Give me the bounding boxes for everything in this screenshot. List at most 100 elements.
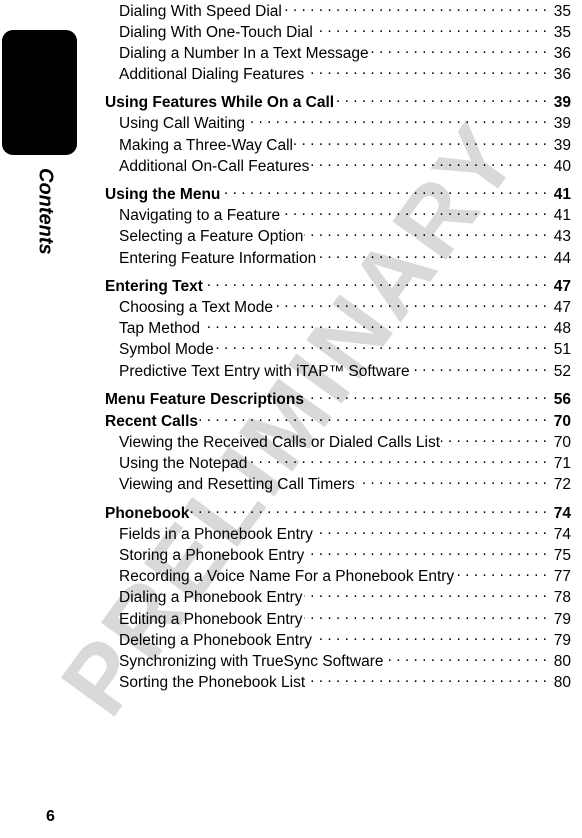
toc-entry-title: Making a Three-Way Call bbox=[119, 136, 294, 154]
toc-dot-leader bbox=[455, 566, 547, 582]
toc-entry[interactable]: Sorting the Phonebook List 80 bbox=[105, 672, 571, 693]
toc-entry[interactable]: Recording a Voice Name For a Phonebook E… bbox=[105, 566, 571, 587]
toc-dot-leader bbox=[356, 474, 547, 490]
toc-entry-page-number: 43 bbox=[553, 228, 571, 246]
toc-entry[interactable]: Dialing With Speed Dial 35 bbox=[105, 0, 571, 21]
toc-entry[interactable]: Navigating to a Feature 41 bbox=[105, 205, 571, 226]
toc-entry-title: Recording a Voice Name For a Phonebook E… bbox=[119, 568, 455, 586]
toc-entry-page-number: 39 bbox=[553, 94, 571, 112]
toc-dot-leader bbox=[317, 247, 547, 263]
toc-dot-leader bbox=[248, 453, 547, 469]
toc-dot-leader bbox=[283, 0, 547, 16]
toc-entry-title: Dialing With One-Touch Dial bbox=[119, 23, 313, 41]
toc-entry-page-number: 74 bbox=[553, 504, 571, 522]
toc-entry-title: Using the Notepad bbox=[119, 455, 248, 473]
toc-entry[interactable]: Viewing the Received Calls or Dialed Cal… bbox=[105, 432, 571, 453]
toc-entry[interactable]: Phonebook 74 bbox=[105, 502, 571, 523]
toc-dot-leader bbox=[306, 672, 547, 688]
toc-dot-leader bbox=[190, 502, 547, 518]
toc-entry-title: Additional On-Call Features bbox=[119, 157, 310, 175]
toc-entry[interactable]: Viewing and Resetting Call Timers 72 bbox=[105, 474, 571, 495]
toc-entry[interactable]: Dialing a Phonebook Entry 78 bbox=[105, 587, 571, 608]
toc-entry-page-number: 36 bbox=[553, 44, 571, 62]
toc-entry[interactable]: Using Call Waiting 39 bbox=[105, 113, 571, 134]
toc-dot-leader bbox=[313, 629, 547, 645]
toc-entry[interactable]: Predictive Text Entry with iTAP™ Softwar… bbox=[105, 360, 571, 381]
toc-entry-title: Viewing the Received Calls or Dialed Cal… bbox=[119, 434, 441, 452]
toc-entry-title: Using the Menu bbox=[105, 186, 221, 203]
toc-entry-title: Using Features While On a Call bbox=[105, 94, 335, 112]
toc-entry-title: Deleting a Phonebook Entry bbox=[119, 631, 313, 649]
toc-entry[interactable]: Symbol Mode 51 bbox=[105, 339, 571, 360]
toc-entry[interactable]: Additional On-Call Features 40 bbox=[105, 155, 571, 176]
toc-entry[interactable]: Deleting a Phonebook Entry 79 bbox=[105, 629, 571, 650]
toc-dot-leader bbox=[294, 134, 547, 150]
toc-entry-page-number: 39 bbox=[553, 136, 571, 154]
toc-entry-title: Choosing a Text Mode bbox=[119, 298, 273, 316]
toc-entry-page-number: 74 bbox=[553, 525, 571, 543]
toc-entry[interactable]: Using the Notepad 71 bbox=[105, 453, 571, 474]
toc-entry[interactable]: Making a Three-Way Call 39 bbox=[105, 134, 571, 155]
toc-dot-leader bbox=[204, 275, 547, 291]
toc-entry[interactable]: Entering Text 47 bbox=[105, 275, 571, 296]
toc-entry-page-number: 79 bbox=[553, 631, 571, 649]
toc-entry[interactable]: Selecting a Feature Option 43 bbox=[105, 226, 571, 247]
toc-entry-page-number: 47 bbox=[553, 277, 571, 295]
section-tab-label-text: Contents bbox=[34, 168, 57, 255]
toc-page: PRELIMINARY Contents Dialing With Speed … bbox=[0, 0, 582, 838]
toc-dot-leader bbox=[305, 388, 547, 404]
toc-dot-leader bbox=[274, 296, 547, 312]
toc-entry[interactable]: Additional Dialing Features 36 bbox=[105, 64, 571, 85]
toc-entry[interactable]: Using the Menu 41 bbox=[105, 184, 571, 205]
toc-entry-title: Entering Feature Information bbox=[119, 249, 317, 267]
toc-dot-leader bbox=[370, 42, 547, 58]
toc-entry-title: Entering Text bbox=[105, 277, 203, 295]
toc-entry-title: Tap Method bbox=[119, 320, 200, 338]
toc-entry[interactable]: Editing a Phonebook Entry 79 bbox=[105, 608, 571, 629]
toc-entry-page-number: 78 bbox=[553, 589, 571, 607]
toc-entry[interactable]: Storing a Phonebook Entry 75 bbox=[105, 545, 571, 566]
toc-dot-leader bbox=[441, 432, 547, 448]
toc-entry-title: Synchronizing with TrueSync Software bbox=[119, 652, 384, 670]
toc-dot-leader bbox=[304, 587, 547, 603]
toc-entry-title: Sorting the Phonebook List bbox=[119, 674, 306, 692]
toc-entry-title: Dialing a Phonebook Entry bbox=[119, 589, 303, 607]
toc-dot-leader bbox=[384, 650, 547, 666]
toc-entry[interactable]: Recent Calls 70 bbox=[105, 410, 571, 431]
toc-entry[interactable]: Entering Feature Information 44 bbox=[105, 247, 571, 268]
toc-entry[interactable]: Using Features While On a Call 39 bbox=[105, 92, 571, 113]
toc-entry-title: Editing a Phonebook Entry bbox=[119, 610, 303, 628]
toc-dot-leader bbox=[281, 205, 547, 221]
toc-dot-leader bbox=[314, 21, 547, 37]
toc-entry-page-number: 75 bbox=[553, 547, 571, 564]
toc-entry-title: Predictive Text Entry with iTAP™ Softwar… bbox=[119, 362, 410, 380]
toc-entry-title: Viewing and Resetting Call Timers bbox=[119, 476, 355, 494]
toc-entry-page-number: 35 bbox=[553, 2, 571, 20]
toc-entry-page-number: 70 bbox=[553, 434, 571, 452]
toc-entry-title: Menu Feature Descriptions bbox=[105, 390, 304, 408]
toc-entry-page-number: 44 bbox=[553, 249, 571, 267]
toc-entry-page-number: 56 bbox=[553, 390, 571, 408]
toc-entry[interactable]: Dialing With One-Touch Dial 35 bbox=[105, 21, 571, 42]
section-tab-label: Contents bbox=[0, 168, 90, 288]
toc-entry-page-number: 47 bbox=[553, 298, 571, 316]
toc-dot-leader bbox=[335, 92, 547, 108]
toc-entry-title: Selecting a Feature Option bbox=[119, 228, 304, 246]
toc-entry-title: Dialing a Number In a Text Message bbox=[119, 44, 369, 62]
toc-entry-page-number: 39 bbox=[553, 115, 571, 133]
toc-dot-leader bbox=[304, 226, 547, 242]
toc-entry[interactable]: Tap Method 48 bbox=[105, 318, 571, 339]
toc-entry-page-number: 70 bbox=[553, 412, 571, 430]
toc-entry[interactable]: Menu Feature Descriptions 56 bbox=[105, 388, 571, 409]
toc-entry-title: Dialing With Speed Dial bbox=[119, 2, 282, 20]
toc-entry[interactable]: Fields in a Phonebook Entry 74 bbox=[105, 523, 571, 544]
toc-entry-title: Phonebook bbox=[105, 504, 190, 522]
page-number: 6 bbox=[46, 808, 55, 825]
toc-entry[interactable]: Dialing a Number In a Text Message 36 bbox=[105, 42, 571, 63]
toc-entry-title: Additional Dialing Features bbox=[119, 66, 305, 84]
toc-entry[interactable]: Synchronizing with TrueSync Software 80 bbox=[105, 650, 571, 671]
toc-entry-page-number: 51 bbox=[553, 341, 571, 359]
toc-entry[interactable]: Choosing a Text Mode 47 bbox=[105, 296, 571, 317]
toc-dot-leader bbox=[304, 608, 547, 624]
toc-dot-leader bbox=[201, 318, 547, 334]
